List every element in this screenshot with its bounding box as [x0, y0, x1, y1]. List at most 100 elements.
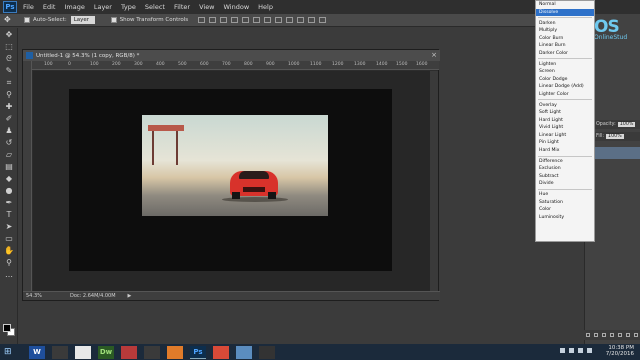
distribute-icon[interactable] — [308, 17, 316, 23]
eyedropper-tool-icon[interactable]: ⚲ — [3, 90, 15, 100]
brush-tool-icon[interactable]: ✐ — [3, 114, 15, 124]
blend-option-lighter-color[interactable]: Lighter Color — [536, 91, 594, 99]
path-select-icon[interactable]: ➤ — [3, 222, 15, 232]
auto-select-checkbox[interactable] — [24, 17, 30, 23]
app-icon[interactable] — [259, 345, 275, 359]
blend-option-hard-mix[interactable]: Hard Mix — [536, 147, 594, 155]
align-bottom-icon[interactable] — [220, 17, 228, 23]
menu-help[interactable]: Help — [258, 3, 273, 11]
explorer-app-icon[interactable] — [75, 345, 91, 359]
photoshop-app-icon[interactable]: Ps — [190, 345, 206, 359]
menu-image[interactable]: Image — [64, 3, 84, 11]
zoom-level[interactable]: 54.3% — [26, 293, 56, 299]
app-icon[interactable] — [144, 345, 160, 359]
clock[interactable]: 10:38 PM 7/20/2016 — [606, 345, 634, 357]
blend-option-soft-light[interactable]: Soft Light — [536, 109, 594, 117]
blend-option-hard-light[interactable]: Hard Light — [536, 117, 594, 125]
transform-controls-checkbox[interactable] — [110, 17, 117, 23]
align-top-icon[interactable] — [198, 17, 206, 23]
blend-option-divide[interactable]: Divide — [536, 180, 594, 188]
move-tool-icon[interactable]: ✥ — [3, 30, 15, 40]
fill-field[interactable]: 100% — [606, 134, 624, 139]
blend-option-screen[interactable]: Screen — [536, 68, 594, 76]
gradient-tool-icon[interactable]: ▤ — [3, 162, 15, 172]
align-middle-icon[interactable] — [209, 17, 217, 23]
status-menu-arrow-icon[interactable]: ▶ — [128, 293, 132, 299]
mask-icon[interactable] — [602, 333, 606, 337]
eraser-tool-icon[interactable]: ▱ — [3, 150, 15, 160]
menu-file[interactable]: File — [23, 3, 34, 11]
auto-select-dropdown[interactable]: Layer — [70, 16, 95, 24]
blend-option-saturation[interactable]: Saturation — [536, 199, 594, 207]
blend-option-vivid-light[interactable]: Vivid Light — [536, 124, 594, 132]
blend-option-overlay[interactable]: Overlay — [536, 102, 594, 110]
document-tab[interactable]: Untitled-1 @ 54.3% (1 copy, RGB/8) * × — [23, 50, 440, 61]
blend-option-linear-burn[interactable]: Linear Burn — [536, 42, 594, 50]
blend-option-darker-color[interactable]: Darker Color — [536, 50, 594, 58]
blend-option-color[interactable]: Color — [536, 206, 594, 214]
adjustment-icon[interactable] — [610, 333, 614, 337]
link-layers-icon[interactable] — [586, 333, 590, 337]
blend-option-pin-light[interactable]: Pin Light — [536, 139, 594, 147]
move-tool-icon[interactable]: ✥ — [4, 15, 16, 25]
media-app-icon[interactable] — [52, 345, 68, 359]
blend-option-hue[interactable]: Hue — [536, 191, 594, 199]
blend-option-color-burn[interactable]: Color Burn — [536, 35, 594, 43]
align-right-icon[interactable] — [253, 17, 261, 23]
trash-icon[interactable] — [634, 333, 638, 337]
foreground-color-swatch[interactable] — [3, 324, 11, 332]
menu-select[interactable]: Select — [145, 3, 165, 11]
blend-option-dissolve[interactable]: Dissolve — [536, 8, 594, 16]
distribute-icon[interactable] — [319, 17, 327, 23]
blend-option-normal[interactable]: Normal — [536, 1, 594, 9]
align-center-icon[interactable] — [242, 17, 250, 23]
volume-icon[interactable] — [578, 348, 583, 353]
menu-filter[interactable]: Filter — [174, 3, 190, 11]
horizontal-ruler[interactable]: 100 0 100 200 300 400 500 600 700 800 90… — [32, 61, 439, 70]
blend-option-linear-light[interactable]: Linear Light — [536, 132, 594, 140]
app-icon[interactable] — [121, 345, 137, 359]
blend-option-color-dodge[interactable]: Color Dodge — [536, 76, 594, 84]
type-tool-icon[interactable]: T — [3, 210, 15, 220]
menu-view[interactable]: View — [199, 3, 214, 11]
history-brush-icon[interactable]: ↺ — [3, 138, 15, 148]
vertical-scrollbar[interactable] — [430, 71, 438, 292]
chrome-app-icon[interactable] — [213, 345, 229, 359]
blend-option-difference[interactable]: Difference — [536, 158, 594, 166]
network-icon[interactable] — [587, 348, 592, 353]
distribute-icon[interactable] — [275, 17, 283, 23]
tray-icon[interactable] — [569, 348, 574, 353]
vertical-ruler[interactable] — [23, 61, 32, 293]
close-icon[interactable]: × — [431, 50, 437, 61]
app-icon[interactable] — [236, 345, 252, 359]
blend-option-exclusion[interactable]: Exclusion — [536, 165, 594, 173]
pen-tool-icon[interactable]: ✒ — [3, 198, 15, 208]
dodge-tool-icon[interactable]: ● — [3, 186, 15, 196]
blend-option-multiply[interactable]: Multiply — [536, 27, 594, 35]
lasso-tool-icon[interactable]: ᘓ — [3, 54, 15, 64]
menu-type[interactable]: Type — [121, 3, 136, 11]
new-layer-icon[interactable] — [626, 333, 630, 337]
distribute-icon[interactable] — [297, 17, 305, 23]
menu-edit[interactable]: Edit — [43, 3, 56, 11]
blend-option-linear-dodge[interactable]: Linear Dodge (Add) — [536, 83, 594, 91]
distribute-icon[interactable] — [286, 17, 294, 23]
crop-tool-icon[interactable]: ⌗ — [3, 78, 15, 88]
quick-select-tool-icon[interactable]: ✎ — [3, 66, 15, 76]
menu-window[interactable]: Window — [224, 3, 250, 11]
shape-tool-icon[interactable]: ▭ — [3, 234, 15, 244]
zoom-tool-icon[interactable]: ⚲ — [3, 258, 15, 268]
firefox-app-icon[interactable] — [167, 345, 183, 359]
blend-option-subtract[interactable]: Subtract — [536, 173, 594, 181]
blend-option-lighten[interactable]: Lighten — [536, 61, 594, 69]
more-tools-icon[interactable]: … — [3, 270, 15, 280]
hand-tool-icon[interactable]: ✋ — [3, 246, 15, 256]
menu-layer[interactable]: Layer — [94, 3, 112, 11]
start-button-icon[interactable]: ⊞ — [4, 345, 22, 359]
blur-tool-icon[interactable]: ◆ — [3, 174, 15, 184]
marquee-tool-icon[interactable]: ⬚ — [3, 42, 15, 52]
align-left-icon[interactable] — [231, 17, 239, 23]
blend-option-luminosity[interactable]: Luminosity — [536, 214, 594, 222]
stamp-tool-icon[interactable]: ♟ — [3, 126, 15, 136]
car-photo-layer[interactable] — [142, 115, 328, 216]
